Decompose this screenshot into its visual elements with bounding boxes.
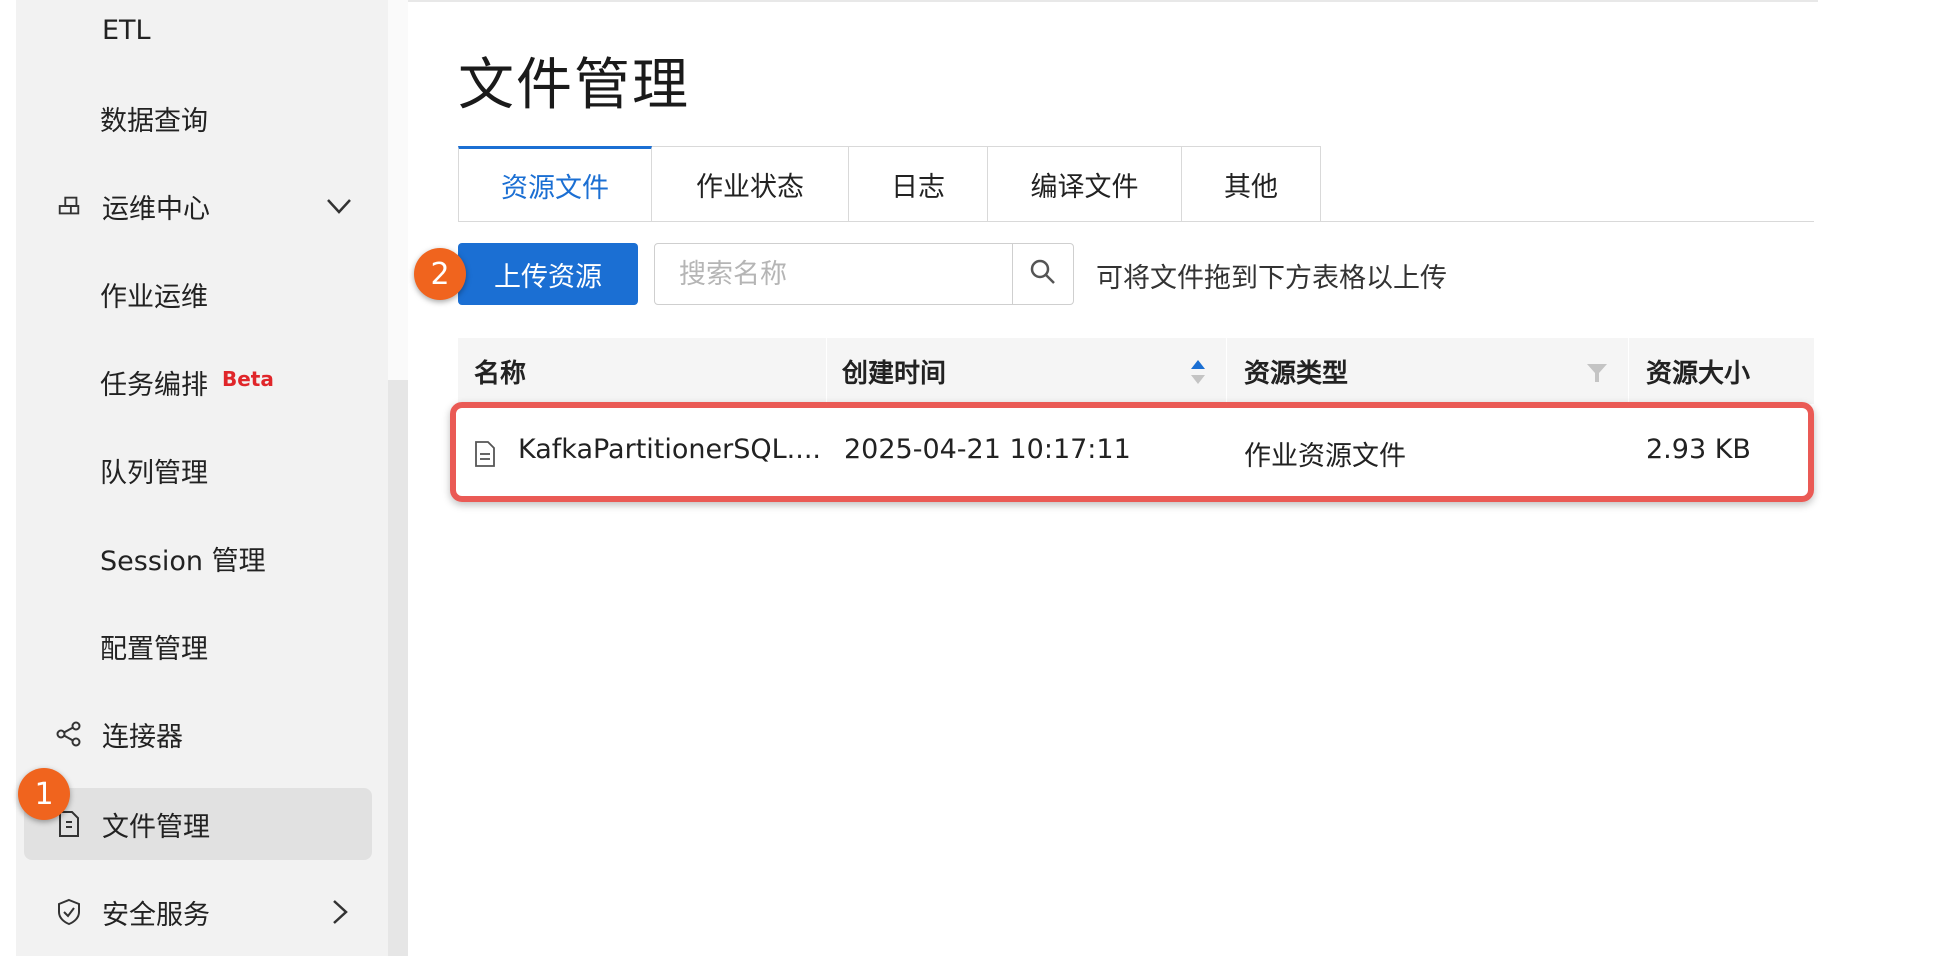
sidebar-item-label: 安全服务	[102, 899, 210, 931]
sidebar-scrollbar-thumb[interactable]	[388, 380, 408, 956]
chevron-down-icon[interactable]	[324, 191, 354, 221]
tabs-divider	[458, 221, 1814, 222]
sidebar-item-queue-management[interactable]: 队列管理	[16, 434, 388, 506]
upload-hint: 可将文件拖到下方表格以上传	[1096, 263, 1447, 294]
sidebar-item-label: 连接器	[102, 721, 183, 753]
tab-others[interactable]: 其他	[1182, 146, 1321, 222]
page-title: 文件管理	[458, 53, 690, 118]
grid-icon	[56, 193, 82, 219]
sidebar-item-session-management[interactable]: Session 管理	[16, 522, 388, 594]
sidebar-item-etl[interactable]: ETL	[16, 0, 388, 66]
tab-job-status[interactable]: 作业状态	[652, 146, 849, 222]
beta-badge: Beta	[222, 366, 274, 391]
step-badge-2: 2	[414, 248, 466, 300]
search-icon	[1029, 258, 1057, 290]
shield-icon	[56, 898, 82, 926]
sidebar-item-label: Session 管理	[100, 545, 266, 577]
column-divider	[826, 338, 827, 404]
column-header-name[interactable]: 名称	[474, 338, 526, 404]
share-icon	[56, 721, 82, 747]
chevron-right-icon[interactable]	[324, 897, 354, 927]
column-header-created[interactable]: 创建时间	[842, 338, 946, 404]
step-badge-1: 1	[18, 768, 70, 820]
sidebar-item-task-orchestration[interactable]: 任务编排 Beta	[16, 346, 388, 418]
tab-bar: 资源文件 作业状态 日志 编译文件 其他	[458, 146, 1321, 222]
filter-icon[interactable]	[1586, 362, 1608, 388]
sidebar-item-label: 作业运维	[100, 281, 208, 313]
sidebar-item-connectors[interactable]: 连接器	[16, 698, 388, 770]
sidebar-item-label: 运维中心	[102, 193, 210, 225]
sidebar-item-label: 配置管理	[100, 633, 208, 665]
sidebar-item-data-query[interactable]: 数据查询	[16, 82, 388, 154]
sidebar-item-job-ops[interactable]: 作业运维	[16, 258, 388, 330]
tab-compiled-files[interactable]: 编译文件	[988, 146, 1182, 222]
sidebar-item-label: 队列管理	[100, 457, 208, 489]
sidebar-item-ops-center[interactable]: 运维中心	[16, 170, 388, 242]
sidebar-item-config-management[interactable]: 配置管理	[16, 610, 388, 682]
table-header: 名称 创建时间 资源类型 资源大小	[458, 338, 1814, 404]
search-box	[654, 243, 1074, 305]
column-header-size[interactable]: 资源大小	[1646, 338, 1750, 404]
row-highlight-box	[450, 402, 1814, 502]
file-icon	[56, 811, 82, 837]
upload-resource-button[interactable]: 上传资源	[458, 243, 638, 305]
tab-logs[interactable]: 日志	[849, 146, 988, 222]
top-divider	[408, 0, 1818, 2]
sidebar-item-label: 任务编排 Beta	[100, 363, 274, 402]
column-header-type[interactable]: 资源类型	[1244, 338, 1348, 404]
sidebar-item-label: ETL	[102, 14, 151, 46]
sidebar-item-text: 任务编排	[100, 369, 208, 401]
sidebar-item-label: 数据查询	[100, 105, 208, 137]
search-button[interactable]	[1012, 244, 1073, 304]
sort-icon[interactable]	[1190, 358, 1206, 390]
sidebar: ETL 数据查询 运维中心 作业运维 任务编排 Beta 队列管理 Session…	[16, 0, 388, 956]
sidebar-item-security-service[interactable]: 安全服务	[16, 876, 388, 948]
column-divider	[1226, 338, 1227, 404]
column-divider	[1628, 338, 1629, 404]
sidebar-item-label: 文件管理	[102, 811, 210, 843]
search-input[interactable]	[677, 245, 1011, 303]
tab-resource-files[interactable]: 资源文件	[458, 146, 652, 222]
sidebar-item-file-management[interactable]: 文件管理	[24, 788, 372, 860]
